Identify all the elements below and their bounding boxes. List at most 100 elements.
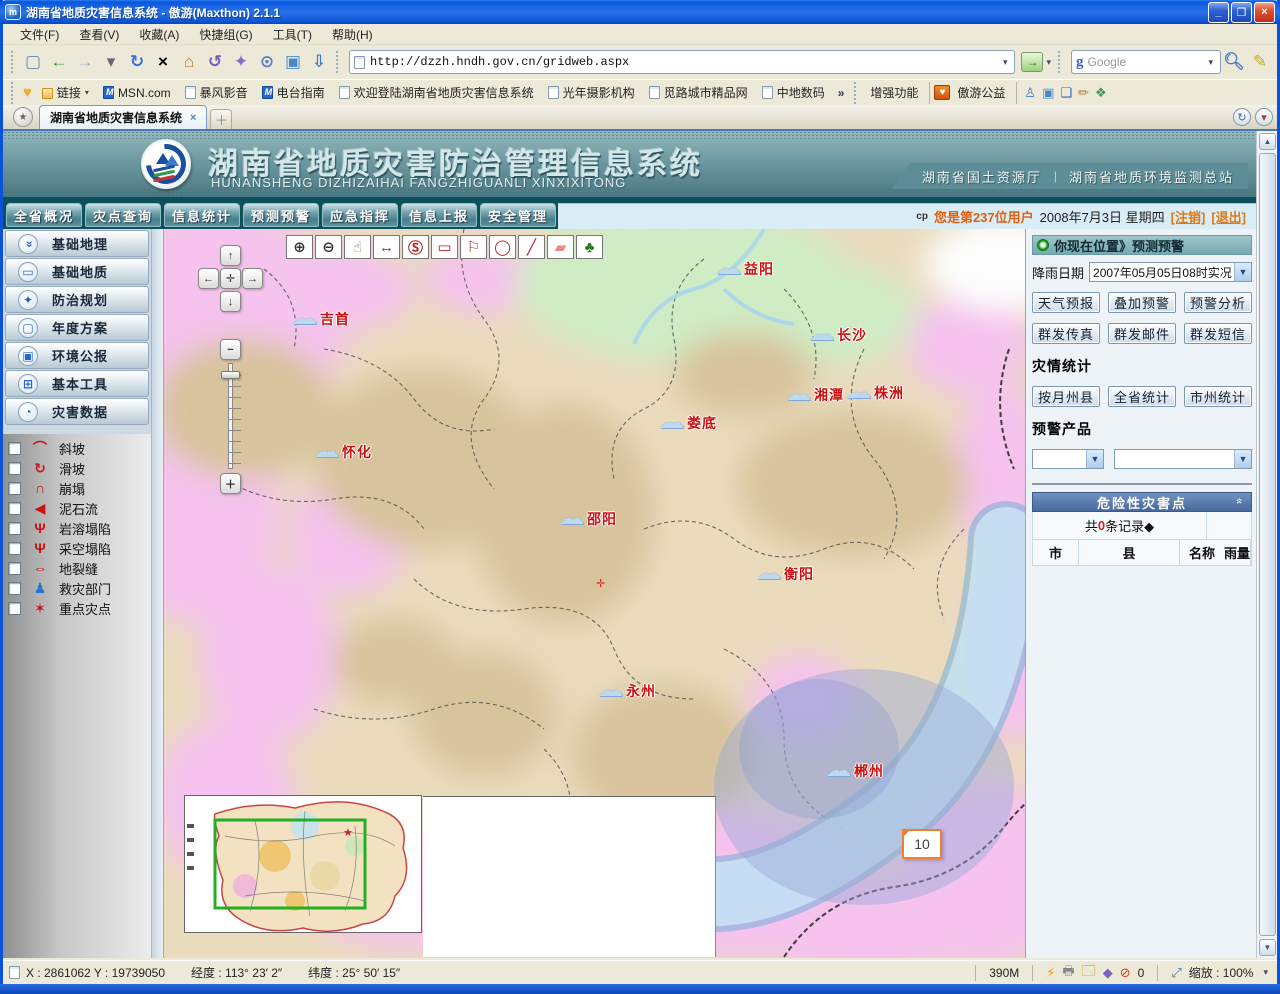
sidebar-section[interactable]: ▭ 基础地质 [5, 258, 149, 285]
scroll-down-icon[interactable]: ▼ [1259, 939, 1276, 956]
nav-button[interactable]: 信息统计 [164, 203, 240, 227]
vertical-scrollbar[interactable]: ▲ ▼ [1256, 131, 1277, 958]
maxthon-charity-icon[interactable]: ♥ [934, 85, 950, 100]
layer-checkbox[interactable] [8, 522, 21, 535]
sidebar-divider[interactable] [151, 229, 164, 958]
forecast-button[interactable]: 叠加预警 [1108, 292, 1176, 313]
overview-minimap[interactable]: ★ [184, 795, 422, 933]
pan-up-button[interactable]: ↑ [220, 245, 241, 266]
danger-points-header[interactable]: 危险性灾害点 « [1032, 492, 1252, 512]
zoom-dropdown-icon[interactable]: ▾ [1260, 967, 1271, 978]
吉首[interactable]: ☁☁ 吉首 [292, 309, 350, 329]
dept-link-1[interactable]: 湖南省国土资源厅 [922, 167, 1042, 186]
search-box[interactable]: g Google ▾ [1071, 50, 1221, 74]
eraser-tool[interactable]: ▰ [547, 235, 574, 259]
layer-checkbox[interactable] [8, 582, 21, 595]
measure-tool[interactable]: ↔ [373, 235, 400, 259]
怀化[interactable]: ☁☁ 怀化 [314, 442, 372, 462]
zoom-out-tool[interactable]: ⊖ [315, 235, 342, 259]
exit-link[interactable]: [退出] [1211, 207, 1246, 226]
brush-icon[interactable]: ✏ [1078, 85, 1089, 101]
sidebar-section[interactable]: ◔ 灾害数据 [5, 398, 149, 425]
new-page-button[interactable]: ▢ [20, 49, 46, 75]
quick-link[interactable]: 中地数码 [755, 82, 832, 103]
zoom-in-tool[interactable]: ⊕ [286, 235, 313, 259]
chevron-down-icon[interactable]: ▼ [1234, 450, 1251, 468]
pan-tool[interactable]: ☝ [344, 235, 371, 259]
sidebar-section[interactable]: ▣ 环境公报 [5, 342, 149, 369]
favorites-heart-icon[interactable]: ♥ [23, 84, 32, 101]
layer-checkbox[interactable] [8, 502, 21, 515]
sidebar-section[interactable]: ✦ 防治规划 [5, 286, 149, 313]
skin-icon[interactable]: ❖ [1095, 85, 1107, 101]
menu-item[interactable]: 帮助(H) [323, 24, 382, 45]
nav-button[interactable]: 应急指挥 [322, 203, 398, 227]
toolbar-grip[interactable] [336, 51, 341, 73]
rain-date-select[interactable]: 2007年05月05日08时实况 ▼ [1089, 262, 1252, 282]
stats-button[interactable]: 按月州县 [1032, 386, 1100, 407]
zoom-level[interactable]: 缩放 : 100% [1189, 964, 1254, 981]
notes-icon[interactable]: ❏ [1060, 85, 1072, 101]
layer-checkbox[interactable] [8, 462, 21, 475]
chevron-down-icon[interactable]: ▼ [1234, 263, 1251, 281]
links-overflow-icon[interactable]: » [838, 86, 845, 100]
株洲[interactable]: ☁☁ 株洲 [846, 383, 904, 403]
select-rect-tool[interactable]: ▭ [431, 235, 458, 259]
broadcast-button[interactable]: 群发邮件 [1108, 323, 1176, 344]
go-button[interactable]: → [1021, 52, 1043, 72]
zoom-out-button[interactable]: − [220, 339, 241, 360]
stats-button[interactable]: 市州统计 [1184, 386, 1252, 407]
zoom-in-button[interactable]: ＋ [220, 473, 241, 494]
linksbar-grip[interactable] [11, 82, 16, 104]
quick-link[interactable]: 欢迎登陆湖南省地质灾害信息系统 [332, 82, 541, 103]
map-canvas[interactable]: ↑ ← ✛ → ↓ − ＋ ⊕⊖☝↔Ⓢ▭⚐◯╱▰♣ [164, 229, 1025, 958]
menu-item[interactable]: 工具(T) [264, 24, 321, 45]
download-button[interactable]: ⇩ [306, 49, 332, 75]
broadcast-button[interactable]: 群发短信 [1184, 323, 1252, 344]
window-icon[interactable]: ▣ [1042, 85, 1054, 101]
search-input[interactable]: Google [1088, 55, 1206, 69]
tab-menu-button[interactable]: ▾ [1255, 108, 1273, 126]
go-dropdown-icon[interactable]: ▾ [1043, 57, 1054, 68]
filter-wand-button[interactable]: ✦ [228, 49, 254, 75]
title-bar[interactable]: m 湖南省地质灾害信息系统 - 傲游(Maxthon) 2.1.1 _ ❐ × [0, 0, 1280, 24]
boost-lightning-icon[interactable]: ⚡ [1046, 965, 1055, 981]
stats-button[interactable]: 全省统计 [1108, 386, 1176, 407]
长沙[interactable]: ☁☁ 长沙 [809, 325, 867, 345]
衡阳[interactable]: ☁☁ 衡阳 [756, 564, 814, 584]
scale-tool[interactable]: Ⓢ [402, 235, 429, 259]
quick-link[interactable]: 链接 [35, 82, 96, 103]
collapse-chevron-icon[interactable]: « [1233, 498, 1245, 506]
郴州[interactable]: ☁☁ 郴州 [826, 761, 884, 781]
restore-button[interactable]: ❐ [1231, 2, 1252, 23]
layer-checkbox[interactable] [8, 442, 21, 455]
forward-button[interactable]: → [72, 49, 98, 75]
娄底[interactable]: ☁☁ 娄底 [659, 413, 717, 433]
pan-center-button[interactable]: ✛ [220, 268, 241, 289]
tab-active[interactable]: 湖南省地质灾害信息系统 × [39, 105, 207, 129]
messenger-icon[interactable]: ♙ [1024, 85, 1036, 101]
益阳[interactable]: ☁☁ 益阳 [716, 259, 774, 279]
search-button[interactable]: 🔍︎ [1221, 49, 1247, 75]
scroll-up-icon[interactable]: ▲ [1259, 133, 1276, 150]
forecast-button[interactable]: 天气预报 [1032, 292, 1100, 313]
layers-tool[interactable]: ♣ [576, 235, 603, 259]
reopen-tab-button[interactable]: ↻ [1233, 108, 1251, 126]
sidebar-section[interactable]: ▢ 年度方案 [5, 314, 149, 341]
highlight-button[interactable]: ✎ [1247, 49, 1273, 75]
nav-button[interactable]: 安全管理 [480, 203, 556, 227]
select-circle-tool[interactable]: ◯ [489, 235, 516, 259]
toolbar-grip[interactable] [1058, 51, 1063, 73]
pan-left-button[interactable]: ← [198, 268, 219, 289]
chevron-down-icon[interactable]: ▼ [1086, 450, 1103, 468]
pan-right-button[interactable]: → [242, 268, 263, 289]
quick-link[interactable]: 暴风影音 [178, 82, 255, 103]
new-tab-button[interactable]: ＋ [210, 109, 232, 129]
linksbar-grip[interactable] [854, 82, 859, 104]
charity-link[interactable]: 傲游公益 [950, 82, 1012, 103]
quick-link[interactable]: 觅路城市精品网 [642, 82, 755, 103]
menu-item[interactable]: 收藏(A) [130, 24, 188, 45]
永州[interactable]: ☁☁ 永州 [598, 681, 656, 701]
home-button[interactable]: ⌂ [176, 49, 202, 75]
pan-down-button[interactable]: ↓ [220, 291, 241, 312]
